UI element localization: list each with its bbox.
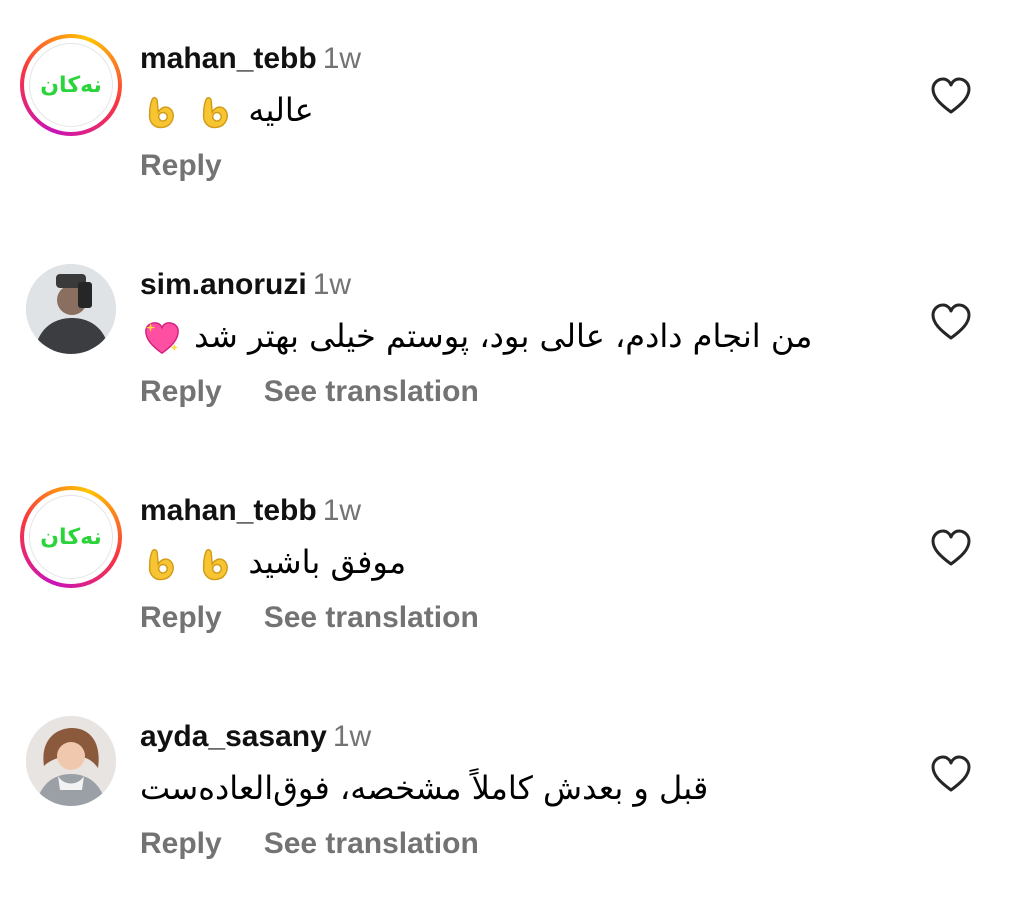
comment-actions: Reply (140, 148, 222, 184)
comment-text: من انجام دادم، عالی بود، پوستم خیلی بهتر… (140, 314, 812, 358)
avatar[interactable]: نەکان (20, 34, 122, 136)
comment-item: نەکان mahan_tebb 1w عالیه Reply (0, 34, 1024, 238)
comment-header: sim.anoruzi 1w (140, 268, 351, 302)
reply-button[interactable]: Reply (140, 827, 222, 860)
see-translation-button[interactable]: See translation (264, 601, 479, 634)
see-translation-button[interactable]: See translation (264, 375, 479, 408)
comment-item: sim.anoruzi 1w من انجام دادم، عالی بود، پ… (0, 264, 1024, 464)
comment-header: mahan_tebb 1w (140, 42, 361, 76)
heart-icon[interactable] (930, 528, 972, 568)
reply-button[interactable]: Reply (140, 149, 222, 182)
heart-icon[interactable] (930, 754, 972, 794)
ok-hand-emoji (203, 549, 229, 581)
see-translation-button[interactable]: See translation (264, 827, 479, 860)
ok-hand-emoji (148, 549, 174, 581)
avatar[interactable] (26, 716, 116, 806)
timestamp: 1w (322, 42, 362, 75)
username-link[interactable]: ayda_sasany (140, 720, 327, 753)
comment-item: نەکان mahan_tebb 1w موفق باشید Reply See t… (0, 486, 1024, 690)
timestamp: 1w (312, 268, 352, 301)
brand-logo: نەکان (29, 43, 113, 127)
timestamp: 1w (332, 720, 372, 753)
comment-text: موفق باشید (140, 540, 406, 584)
ok-hand-emoji (148, 97, 174, 129)
comment-item: ayda_sasany 1w قبل و بعدش کاملاً مشخصه، ف… (0, 716, 1024, 916)
profile-photo (26, 264, 116, 354)
ok-hand-emoji (203, 97, 229, 129)
username-link[interactable]: mahan_tebb (140, 42, 317, 75)
avatar[interactable]: نەکان (20, 486, 122, 588)
avatar[interactable] (26, 264, 116, 354)
comment-actions: Reply See translation (140, 600, 479, 636)
profile-photo (26, 716, 116, 806)
comment-text: قبل و بعدش کاملاً مشخصه، فوق‌العاده‌ست (140, 769, 709, 807)
reply-button[interactable]: Reply (140, 375, 222, 408)
reply-button[interactable]: Reply (140, 601, 222, 634)
timestamp: 1w (322, 494, 362, 527)
heart-icon[interactable] (930, 302, 972, 342)
brand-logo: نەکان (29, 495, 113, 579)
username-link[interactable]: mahan_tebb (140, 494, 317, 527)
username-link[interactable]: sim.anoruzi (140, 268, 307, 301)
comment-actions: Reply See translation (140, 826, 479, 862)
comment-header: ayda_sasany 1w (140, 720, 371, 754)
comment-actions: Reply See translation (140, 374, 479, 410)
heart-icon[interactable] (930, 76, 972, 116)
comment-text: عالیه (140, 88, 314, 132)
sparkling-heart-emoji (145, 322, 179, 355)
comment-header: mahan_tebb 1w (140, 494, 361, 528)
